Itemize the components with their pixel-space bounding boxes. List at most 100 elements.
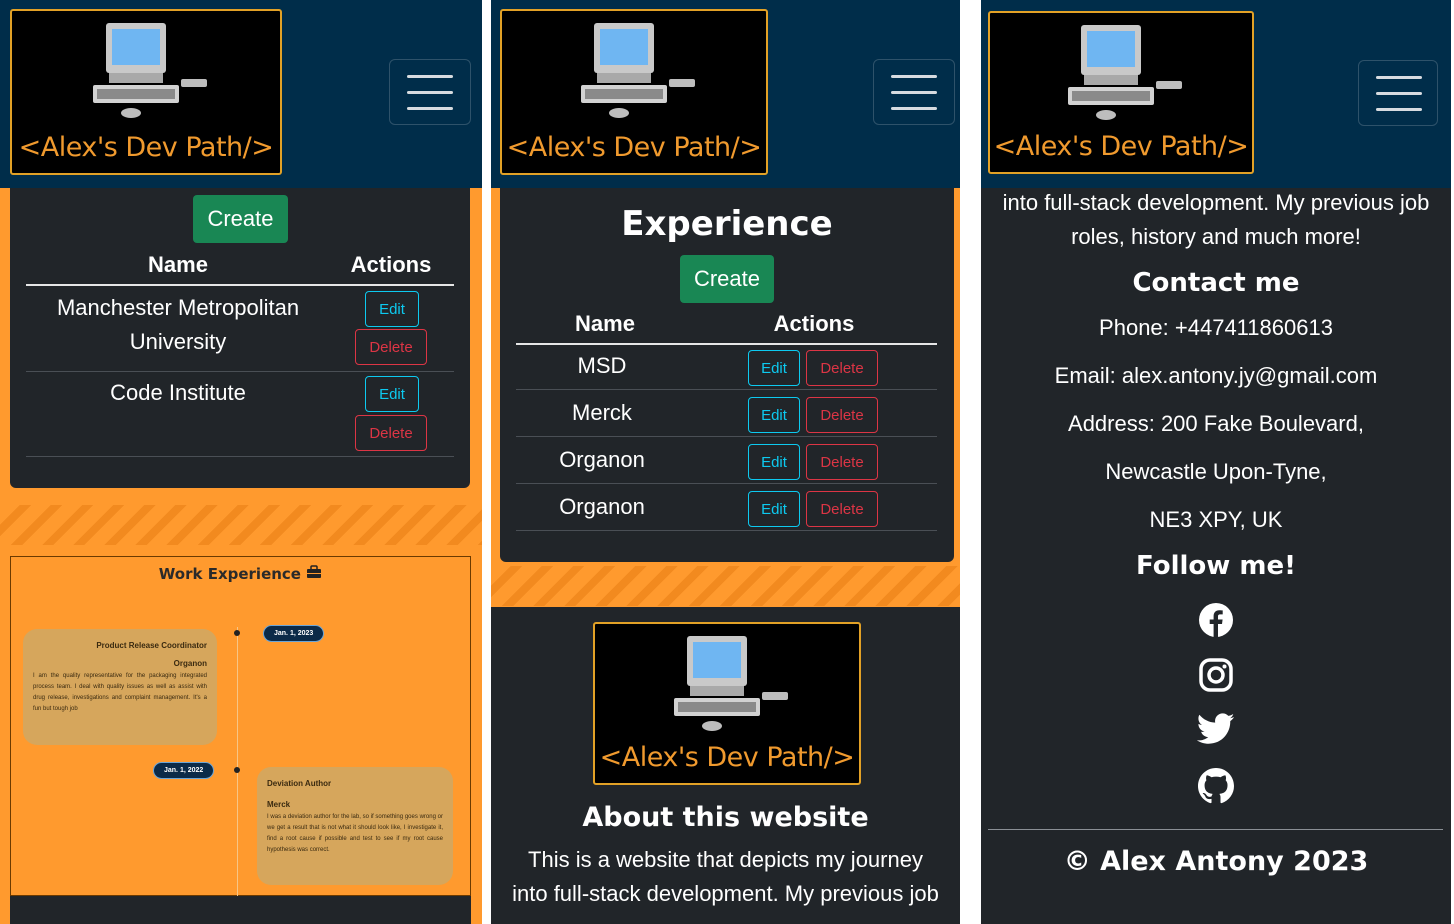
screen-panel-1: Create Name Actions Manchester Metropoli… <box>0 0 482 924</box>
create-button[interactable]: Create <box>680 255 774 303</box>
logo-text: <Alex's Dev Path/> <box>993 131 1249 162</box>
row-name: MSD <box>577 353 627 378</box>
panel-gap <box>482 0 491 924</box>
delete-button[interactable]: Delete <box>355 329 427 365</box>
delete-button[interactable]: Delete <box>806 491 878 527</box>
navbar: <Alex's Dev Path/> <box>491 0 960 188</box>
row-name: Code Institute <box>110 380 246 405</box>
timeline-company: Organon <box>173 659 207 668</box>
timeline-company: Merck <box>267 800 291 809</box>
about-title: About this website <box>582 802 869 833</box>
logo-text: <Alex's Dev Path/> <box>506 132 762 163</box>
row-divider <box>516 483 937 484</box>
navbar: <Alex's Dev Path/> <box>981 0 1451 188</box>
edit-button[interactable]: Edit <box>748 397 800 433</box>
delete-button[interactable]: Delete <box>355 415 427 451</box>
hamburger-icon <box>891 91 937 94</box>
menu-toggle-button[interactable] <box>389 59 471 125</box>
menu-toggle-button[interactable] <box>1358 60 1438 126</box>
about-section: <Alex's Dev Path/> About this website Th… <box>491 607 960 924</box>
about-text: This is a website that depicts my journe… <box>528 847 923 872</box>
computer-icon <box>674 636 788 731</box>
facebook-icon <box>1199 603 1233 637</box>
twitter-link[interactable] <box>981 713 1451 745</box>
computer-icon <box>581 23 695 118</box>
briefcase-icon <box>306 565 322 583</box>
hamburger-icon <box>407 91 453 94</box>
decorative-stripes <box>491 566 960 606</box>
contact-address: Newcastle Upon-Tyne, <box>1105 459 1327 484</box>
timeline-dot <box>234 630 240 636</box>
table-header-rule <box>26 284 454 286</box>
column-header-actions: Actions <box>773 311 855 336</box>
twitter-icon <box>1197 713 1235 744</box>
logo-text: <Alex's Dev Path/> <box>18 132 274 163</box>
about-text: into full-stack development. My previous… <box>1002 190 1430 215</box>
site-logo[interactable]: <Alex's Dev Path/> <box>988 11 1254 174</box>
decorative-stripes <box>0 505 482 545</box>
row-name: Manchester Metropolitan <box>56 295 300 320</box>
contact-address: Address: 200 Fake Boulevard, <box>1068 411 1364 436</box>
row-divider <box>26 371 454 372</box>
timeline-card: Deviation Author Merck I was a deviation… <box>257 767 453 885</box>
site-logo[interactable]: <Alex's Dev Path/> <box>500 9 768 175</box>
row-divider <box>516 436 937 437</box>
contact-email: Email: alex.antony.jy@gmail.com <box>1054 363 1378 388</box>
edit-button[interactable]: Edit <box>748 491 800 527</box>
github-link[interactable] <box>981 768 1451 804</box>
timeline-desc: I was a deviation author for the lab, so… <box>267 814 443 853</box>
menu-toggle-button[interactable] <box>873 59 955 125</box>
row-name: Organon <box>559 494 645 519</box>
delete-button[interactable]: Delete <box>806 350 878 386</box>
facebook-link[interactable] <box>981 602 1451 638</box>
hamburger-icon <box>891 75 937 78</box>
edit-button[interactable]: Edit <box>365 376 419 412</box>
timeline-title: Work Experience <box>11 565 470 583</box>
education-table-card: Create Name Actions Manchester Metropoli… <box>10 188 470 488</box>
work-experience-section: Work Experience Jan. 1, 2023 Product Rel… <box>10 556 471 897</box>
create-button[interactable]: Create <box>193 195 288 243</box>
column-header-name: Name <box>575 311 635 336</box>
row-name: Organon <box>559 447 645 472</box>
row-divider <box>516 530 937 531</box>
delete-button[interactable]: Delete <box>806 444 878 480</box>
contact-title: Contact me <box>1132 268 1300 298</box>
hamburger-icon <box>407 107 453 110</box>
next-section-card <box>10 896 471 924</box>
computer-icon <box>1068 25 1182 120</box>
timeline-axis <box>237 627 238 897</box>
row-divider <box>516 389 937 390</box>
follow-title: Follow me! <box>1136 551 1296 581</box>
column-header-name: Name <box>148 252 208 277</box>
timeline-desc: I am the quality representative for the … <box>33 673 207 712</box>
instagram-link[interactable] <box>981 657 1451 693</box>
edit-button[interactable]: Edit <box>365 291 419 327</box>
screen-panel-2: Experience Create Name Actions MSD Edit De… <box>491 0 960 924</box>
contact-phone: Phone: +447411860613 <box>1099 315 1333 340</box>
hamburger-icon <box>1376 108 1422 111</box>
hamburger-icon <box>1376 76 1422 79</box>
navbar: <Alex's Dev Path/> <box>0 0 482 188</box>
edit-button[interactable]: Edit <box>748 444 800 480</box>
row-name-cont: University <box>129 329 227 354</box>
delete-button[interactable]: Delete <box>806 397 878 433</box>
table-header-rule <box>516 343 937 345</box>
site-logo[interactable]: <Alex's Dev Path/> <box>10 9 282 175</box>
timeline-card: Product Release Coordinator Organon I am… <box>23 629 217 745</box>
contact-address: NE3 XPY, UK <box>1149 507 1283 532</box>
page-title: Experience <box>621 204 833 244</box>
copyright: © Alex Antony 2023 <box>1063 846 1369 877</box>
timeline-role: Product Release Coordinator <box>96 641 207 650</box>
edit-button[interactable]: Edit <box>748 350 800 386</box>
timeline-date: Jan. 1, 2023 <box>263 625 325 642</box>
panel-gap <box>960 0 981 924</box>
hamburger-icon <box>1376 92 1422 95</box>
column-header-actions: Actions <box>350 252 432 277</box>
footer-divider <box>988 829 1443 830</box>
timeline-date: Jan. 1, 2022 <box>153 762 215 779</box>
github-icon <box>1198 768 1234 804</box>
about-text: roles, history and much more! <box>1071 224 1361 249</box>
row-name: Merck <box>572 400 632 425</box>
timeline-title-text: Work Experience <box>158 565 301 583</box>
instagram-icon <box>1199 658 1233 692</box>
